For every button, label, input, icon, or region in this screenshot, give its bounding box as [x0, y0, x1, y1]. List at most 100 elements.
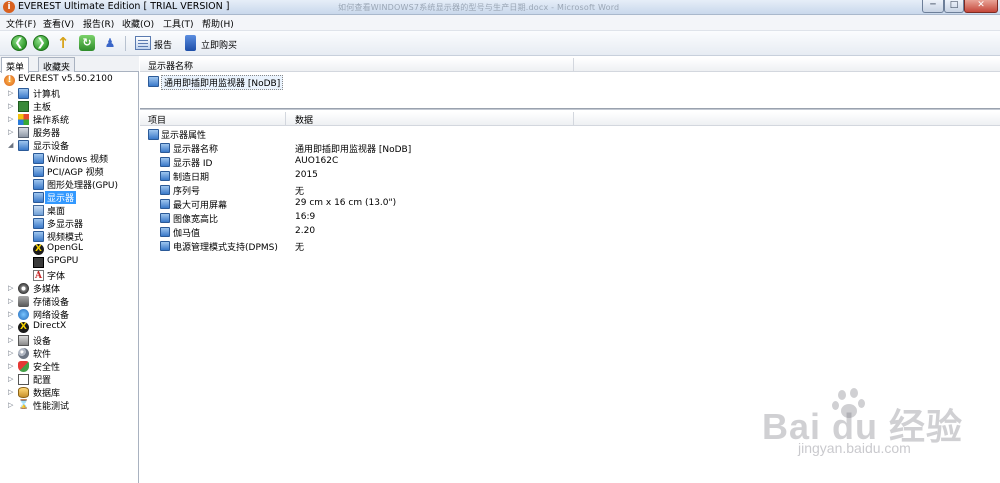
- menu-favorites[interactable]: 收藏(O): [122, 17, 154, 30]
- tree-item-fonts[interactable]: A 字体: [33, 269, 133, 282]
- expander-icon[interactable]: ▷: [8, 388, 13, 396]
- tree-root[interactable]: ! EVEREST v5.50.2100: [4, 74, 134, 87]
- expander-icon[interactable]: ▷: [8, 115, 13, 123]
- maximize-button[interactable]: □: [944, 0, 964, 13]
- expander-icon[interactable]: ▷: [8, 128, 13, 136]
- menu-view[interactable]: 查看(V): [43, 17, 74, 30]
- expander-icon[interactable]: ▷: [8, 310, 13, 318]
- device-name-label: 通用即插即用监视器 [NoDB]: [161, 75, 284, 90]
- up-button[interactable]: ↑: [55, 35, 71, 51]
- monitor-icon: [160, 157, 170, 167]
- tree-item-label: 计算机: [33, 90, 61, 100]
- property-value: 29 cm x 16 cm (13.0"): [295, 198, 397, 208]
- expander-icon[interactable]: ▷: [8, 401, 13, 409]
- tree-item-opengl[interactable]: X OpenGL: [33, 243, 133, 256]
- tree-item-windows-video[interactable]: Windows 视频: [33, 152, 133, 165]
- tree-item-multi-monitor[interactable]: 多显示器: [33, 217, 133, 230]
- tree-item-network[interactable]: ▷ 网络设备: [8, 308, 133, 321]
- menu-file[interactable]: 文件(F): [6, 17, 36, 30]
- tree-item-motherboard[interactable]: ▷ 主板: [8, 100, 133, 113]
- tab-menu[interactable]: 菜单: [1, 57, 30, 73]
- devices-icon: [18, 335, 29, 346]
- property-row[interactable]: 最大可用屏幕 29 cm x 16 cm (13.0"): [140, 198, 840, 211]
- tree-item-os[interactable]: ▷ 操作系统: [8, 113, 133, 126]
- column-divider[interactable]: [285, 112, 286, 126]
- monitor-icon: [18, 140, 29, 151]
- tree-item-video-modes[interactable]: 视频模式: [33, 230, 133, 243]
- computer-icon: [18, 88, 29, 99]
- column-header-item[interactable]: 项目: [148, 113, 166, 126]
- property-row[interactable]: 序列号 无: [140, 184, 840, 197]
- collapse-icon[interactable]: ◢: [8, 141, 13, 149]
- everest-app-icon: i: [3, 1, 15, 13]
- property-row[interactable]: 图像宽高比 16:9: [140, 212, 840, 225]
- tree-item-display[interactable]: ◢ 显示设备: [8, 139, 133, 152]
- tree-item-database[interactable]: ▷ 数据库: [8, 386, 133, 399]
- tree-item-gpu[interactable]: 图形处理器(GPU): [33, 178, 133, 191]
- benchmark-icon: ⌛: [18, 400, 30, 410]
- tree-item-storage[interactable]: ▷ 存储设备: [8, 295, 133, 308]
- tree-item-label: GPGPU: [47, 256, 79, 266]
- menu-tools[interactable]: 工具(T): [163, 17, 194, 30]
- expander-icon[interactable]: ▷: [8, 336, 13, 344]
- menu-help[interactable]: 帮助(H): [202, 17, 234, 30]
- tree-item-computer[interactable]: ▷ 计算机: [8, 87, 133, 100]
- property-name: 电源管理模式支持(DPMS): [173, 243, 278, 253]
- tree-item-security[interactable]: ▷ 安全性: [8, 360, 133, 373]
- column-divider[interactable]: [573, 58, 574, 72]
- column-header-data[interactable]: 数据: [295, 113, 313, 126]
- title-bar: i EVEREST Ultimate Edition [ TRIAL VERSI…: [0, 0, 1000, 15]
- expander-icon[interactable]: ▷: [8, 349, 13, 357]
- tree-item-config[interactable]: ▷ 配置: [8, 373, 133, 386]
- property-row[interactable]: 显示器 ID AUO162C: [140, 156, 840, 169]
- report-button[interactable]: 报告: [154, 38, 172, 51]
- column-header-monitor-name[interactable]: 显示器名称: [148, 59, 193, 72]
- expander-icon[interactable]: ▷: [8, 362, 13, 370]
- tree-item-multimedia[interactable]: ▷ 多媒体: [8, 282, 133, 295]
- tree-item-label: 主板: [33, 103, 52, 113]
- tree-item-monitor[interactable]: 显示器: [33, 191, 133, 204]
- tree-item-label: 配置: [33, 376, 52, 386]
- report-icon[interactable]: [135, 36, 151, 50]
- properties-header: 项目 数据: [140, 112, 1000, 126]
- tab-favorites[interactable]: 收藏夹: [38, 57, 76, 73]
- tree-item-server[interactable]: ▷ 服务器: [8, 126, 133, 139]
- expander-icon[interactable]: ▷: [8, 89, 13, 97]
- property-row[interactable]: 伽马值 2.20: [140, 226, 840, 239]
- minimize-button[interactable]: ─: [922, 0, 944, 13]
- tree-item-desktop[interactable]: 桌面: [33, 204, 133, 217]
- back-button[interactable]: ❮: [11, 35, 27, 51]
- tree-item-directx[interactable]: ▷ X DirectX: [8, 321, 133, 334]
- property-row[interactable]: 制造日期 2015: [140, 170, 840, 183]
- tree-item-benchmark[interactable]: ▷ ⌛ 性能测试: [8, 399, 133, 412]
- config-icon: [18, 374, 29, 385]
- expander-icon[interactable]: ▷: [8, 323, 13, 331]
- buy-icon[interactable]: [185, 35, 196, 51]
- refresh-button[interactable]: ↻: [79, 35, 95, 51]
- panel-tabs: 菜单 收藏夹: [0, 56, 139, 73]
- tree-item-gpgpu[interactable]: GPGPU: [33, 256, 133, 269]
- close-button[interactable]: ✕: [964, 0, 998, 13]
- multimedia-icon: [18, 283, 29, 294]
- windows-icon: [18, 114, 29, 125]
- property-row[interactable]: 电源管理模式支持(DPMS) 无: [140, 240, 840, 253]
- forward-button[interactable]: ❯: [33, 35, 49, 51]
- tree-item-software[interactable]: ▷ 软件: [8, 347, 133, 360]
- property-row[interactable]: 显示器名称 通用即插即用监视器 [NoDB]: [140, 142, 840, 155]
- expander-icon[interactable]: ▷: [8, 297, 13, 305]
- tree-item-label: 多显示器: [47, 220, 84, 230]
- expander-icon[interactable]: ▷: [8, 284, 13, 292]
- expander-icon[interactable]: ▷: [8, 375, 13, 383]
- tree-item-label: 显示设备: [33, 142, 70, 152]
- tree-item-pci-agp-video[interactable]: PCI/AGP 视频: [33, 165, 133, 178]
- monitor-icon: [33, 231, 44, 242]
- background-window-title: 如何查看WINDOWS7系统显示器的型号与生产日期.docx - Microso…: [338, 3, 620, 12]
- software-icon: [18, 348, 29, 359]
- buy-now-button[interactable]: 立即购买: [201, 38, 237, 51]
- pane-splitter[interactable]: [140, 108, 1000, 110]
- tree-item-devices[interactable]: ▷ 设备: [8, 334, 133, 347]
- column-divider[interactable]: [573, 112, 574, 126]
- users-icon[interactable]: ♟: [102, 35, 118, 51]
- menu-report[interactable]: 报告(R): [83, 17, 114, 30]
- expander-icon[interactable]: ▷: [8, 102, 13, 110]
